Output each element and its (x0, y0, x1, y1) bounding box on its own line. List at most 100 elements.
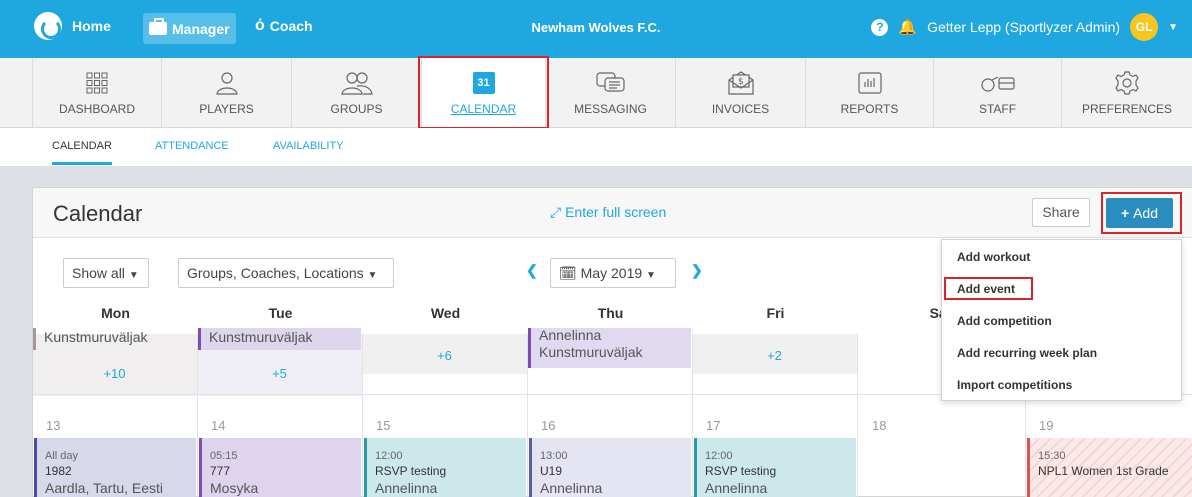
gear-icon (1115, 71, 1139, 95)
caret-down-icon: ▼ (128, 270, 139, 281)
calendar-event[interactable]: 12:00 RSVP testing Annelinna (694, 438, 856, 497)
calendar-cell[interactable]: Kunstmuruväljak +5 (198, 328, 363, 396)
manager-link[interactable]: Manager (143, 13, 236, 44)
calendar-cell[interactable]: Kunstmuruväljak +10 (33, 328, 198, 396)
calendar-cell[interactable]: Annelinna Kunstmuruväljak (528, 328, 693, 374)
subtab-availability[interactable]: AVAILABILITY (273, 140, 344, 152)
calendar-cell[interactable]: +2 (693, 334, 858, 374)
more-events-link[interactable]: +5 (198, 366, 361, 381)
event-name: NPL1 Women 1st Grade (1038, 464, 1169, 478)
calendar-event[interactable]: Annelinna Kunstmuruväljak (528, 328, 691, 368)
home-link[interactable]: Home (34, 12, 111, 40)
module-nav: DASHBOARD PLAYERS GROUPS 31 CALENDAR MES… (0, 58, 1192, 128)
menu-item-add-event[interactable]: Add event (957, 282, 1015, 296)
calendar-event[interactable]: 15:30 NPL1 Women 1st Grade (1027, 438, 1192, 497)
module-groups[interactable]: GROUPS (292, 58, 422, 128)
add-label: Add (1133, 205, 1158, 221)
next-month-arrow[interactable]: ❯ (691, 262, 703, 279)
show-all-label: Show all (72, 265, 125, 281)
column-divider (197, 334, 198, 497)
column-divider (362, 334, 363, 497)
groups-filter-dropdown[interactable]: Groups, Coaches, Locations ▼ (178, 258, 394, 288)
event-time: 12:00 (375, 450, 403, 462)
day-header-wed: Wed (430, 305, 461, 321)
event-name: 777 (210, 464, 231, 478)
menu-item-import-competitions[interactable]: Import competitions (957, 378, 1072, 392)
calendar-event[interactable]: 13:00 U19 Annelinna (529, 438, 691, 497)
share-button[interactable]: Share (1032, 198, 1090, 227)
module-staff[interactable]: STAFF (934, 58, 1062, 128)
day-header-fri: Fri (766, 305, 785, 321)
event-name: U19 (540, 464, 563, 478)
panel-header: Calendar ⤢ Enter full screen Share + Add (33, 188, 1192, 238)
help-icon[interactable]: ? (871, 18, 889, 36)
calendar-event[interactable]: 05:15 777 Mosyka (199, 438, 361, 497)
module-label: REPORTS (840, 102, 899, 116)
calendar-event[interactable]: Kunstmuruväljak (33, 328, 196, 350)
day-number: 14 (211, 418, 226, 433)
event-location: Aardla, Tartu, Eesti (45, 480, 164, 496)
chevron-down-icon[interactable]: ▼ (1168, 22, 1178, 33)
module-players[interactable]: PLAYERS (162, 58, 292, 128)
event-location: Kunstmuruväljak (44, 329, 148, 345)
more-events-link[interactable]: +2 (693, 348, 856, 363)
calendar-event[interactable]: Kunstmuruväljak (198, 328, 361, 350)
module-dashboard[interactable]: DASHBOARD (32, 58, 162, 128)
coach-link[interactable]: ό Coach (255, 18, 313, 35)
plus-icon: + (1121, 205, 1134, 221)
menu-item-add-workout[interactable]: Add workout (957, 250, 1030, 264)
subtab-attendance[interactable]: ATTENDANCE (155, 140, 229, 152)
module-reports[interactable]: REPORTS (806, 58, 934, 128)
calendar-event[interactable]: All day 1982 Aardla, Tartu, Eesti (34, 438, 196, 497)
module-label: GROUPS (330, 102, 383, 116)
month-label: May 2019 (580, 265, 643, 281)
module-invoices[interactable]: $ INVOICES (676, 58, 806, 128)
module-label: INVOICES (711, 102, 770, 116)
manager-label: Manager (172, 20, 230, 37)
prev-month-arrow[interactable]: ❮ (526, 262, 538, 279)
subtab-calendar[interactable]: CALENDAR (52, 140, 112, 165)
coach-label: Coach (269, 18, 313, 34)
avatar[interactable]: GL (1130, 13, 1159, 41)
event-name: 1982 (45, 464, 72, 478)
caret-down-icon: ▼ (367, 270, 378, 281)
event-location: Annelinna (375, 480, 438, 496)
event-name: RSVP testing (705, 464, 777, 478)
event-location: Annelinna (540, 480, 603, 496)
top-bar: Home Manager ό Coach Newham Wolves F.C. … (0, 0, 1192, 58)
group-icon (340, 72, 373, 95)
day-number: 18 (872, 418, 887, 433)
module-preferences[interactable]: PREFERENCES (1062, 58, 1192, 128)
invoice-icon: $ (727, 71, 754, 95)
event-name: RSVP testing (375, 464, 447, 478)
calendar-small-icon: 🗓 (559, 265, 577, 281)
add-button[interactable]: + Add (1106, 198, 1173, 228)
show-all-dropdown[interactable]: Show all ▼ (63, 258, 149, 288)
fullscreen-link[interactable]: ⤢ Enter full screen (550, 204, 666, 221)
calendar-icon: 31 (472, 72, 495, 94)
day-number: 15 (376, 418, 391, 433)
module-calendar[interactable]: 31 CALENDAR (422, 58, 546, 128)
home-label: Home (72, 18, 111, 34)
chart-icon (857, 72, 882, 94)
event-time: 05:15 (210, 450, 238, 462)
column-divider (692, 334, 693, 497)
more-events-link[interactable]: +6 (363, 348, 526, 363)
month-picker[interactable]: 🗓 May 2019 ▼ (550, 258, 676, 288)
menu-item-add-competition[interactable]: Add competition (957, 314, 1052, 328)
more-events-link[interactable]: +10 (33, 366, 196, 381)
fullscreen-label: Enter full screen (565, 204, 667, 220)
bell-icon[interactable]: 🔔 (898, 18, 917, 36)
module-messaging[interactable]: MESSAGING (546, 58, 676, 128)
event-location: Annelinna (539, 328, 602, 343)
menu-item-add-recurring-week-plan[interactable]: Add recurring week plan (957, 346, 1097, 360)
user-name[interactable]: Getter Lepp (Sportlyzer Admin) (927, 19, 1120, 35)
event-time: 15:30 (1038, 450, 1066, 462)
sub-nav: CALENDAR ATTENDANCE AVAILABILITY (0, 128, 1192, 166)
calendar-cell[interactable]: +6 (363, 334, 528, 374)
calendar-event[interactable]: 12:00 RSVP testing Annelinna (364, 438, 526, 497)
add-dropdown-menu: Add workout Add event Add competition Ad… (941, 239, 1182, 401)
svg-text:$: $ (738, 77, 744, 87)
event-location: Annelinna (705, 480, 768, 496)
event-location: Kunstmuruväljak (209, 329, 313, 345)
